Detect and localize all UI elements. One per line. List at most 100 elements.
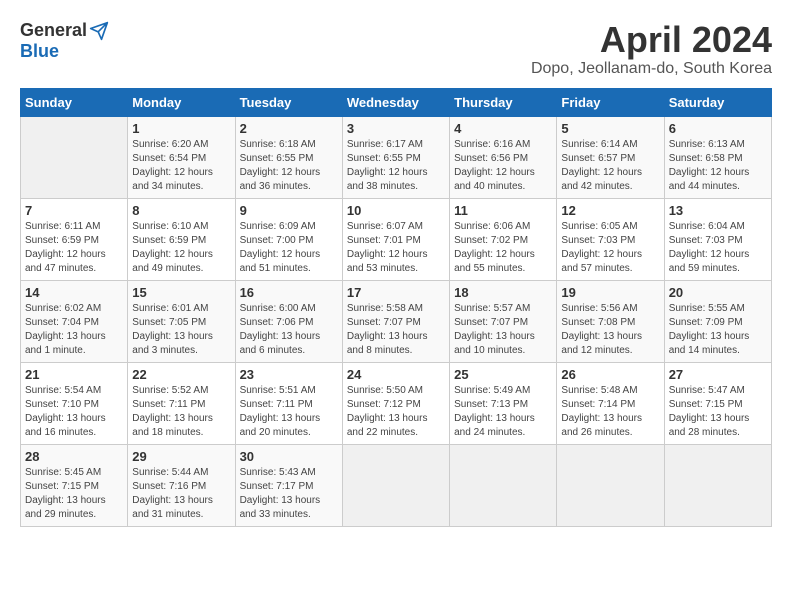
day-info: Sunrise: 5:45 AM Sunset: 7:15 PM Dayligh… xyxy=(25,466,123,522)
day-info: Sunrise: 5:52 AM Sunset: 7:11 PM Dayligh… xyxy=(132,384,230,440)
day-number: 11 xyxy=(454,203,552,218)
day-number: 15 xyxy=(132,285,230,300)
day-number: 24 xyxy=(347,367,445,382)
day-number: 30 xyxy=(240,449,338,464)
day-info: Sunrise: 6:10 AM Sunset: 6:59 PM Dayligh… xyxy=(132,220,230,276)
logo-blue-text: Blue xyxy=(20,41,59,62)
calendar-cell: 19 Sunrise: 5:56 AM Sunset: 7:08 PM Dayli… xyxy=(557,280,664,362)
day-info: Sunrise: 6:00 AM Sunset: 7:06 PM Dayligh… xyxy=(240,302,338,358)
calendar-cell: 4 Sunrise: 6:16 AM Sunset: 6:56 PM Daylig… xyxy=(450,116,557,198)
day-info: Sunrise: 5:57 AM Sunset: 7:07 PM Dayligh… xyxy=(454,302,552,358)
calendar-cell: 9 Sunrise: 6:09 AM Sunset: 7:00 PM Daylig… xyxy=(235,198,342,280)
day-number: 12 xyxy=(561,203,659,218)
subtitle: Dopo, Jeollanam-do, South Korea xyxy=(531,60,772,78)
calendar-cell: 18 Sunrise: 5:57 AM Sunset: 7:07 PM Dayli… xyxy=(450,280,557,362)
calendar-cell: 11 Sunrise: 6:06 AM Sunset: 7:02 PM Dayli… xyxy=(450,198,557,280)
header-cell-friday: Friday xyxy=(557,88,664,116)
day-number: 2 xyxy=(240,121,338,136)
calendar-row: 14 Sunrise: 6:02 AM Sunset: 7:04 PM Dayli… xyxy=(21,280,772,362)
day-info: Sunrise: 6:04 AM Sunset: 7:03 PM Dayligh… xyxy=(669,220,767,276)
calendar-row: 21Sunrise: 5:54 AM Sunset: 7:10 PM Dayli… xyxy=(21,362,772,444)
day-number: 22 xyxy=(132,367,230,382)
header: General Blue April 2024 Dopo, Jeollanam-… xyxy=(20,20,772,78)
day-info: Sunrise: 6:06 AM Sunset: 7:02 PM Dayligh… xyxy=(454,220,552,276)
day-info: Sunrise: 6:11 AM Sunset: 6:59 PM Dayligh… xyxy=(25,220,123,276)
calendar-cell xyxy=(664,444,771,526)
calendar-cell xyxy=(342,444,449,526)
day-number: 5 xyxy=(561,121,659,136)
day-info: Sunrise: 6:05 AM Sunset: 7:03 PM Dayligh… xyxy=(561,220,659,276)
day-number: 3 xyxy=(347,121,445,136)
calendar-cell xyxy=(450,444,557,526)
day-number: 17 xyxy=(347,285,445,300)
calendar-cell: 27Sunrise: 5:47 AM Sunset: 7:15 PM Dayli… xyxy=(664,362,771,444)
day-info: Sunrise: 5:49 AM Sunset: 7:13 PM Dayligh… xyxy=(454,384,552,440)
calendar-table: SundayMondayTuesdayWednesdayThursdayFrid… xyxy=(20,88,772,527)
day-number: 28 xyxy=(25,449,123,464)
day-number: 20 xyxy=(669,285,767,300)
day-number: 29 xyxy=(132,449,230,464)
day-number: 26 xyxy=(561,367,659,382)
calendar-cell xyxy=(21,116,128,198)
calendar-cell: 1 Sunrise: 6:20 AM Sunset: 6:54 PM Daylig… xyxy=(128,116,235,198)
calendar-cell: 23 Sunrise: 5:51 AM Sunset: 7:11 PM Dayli… xyxy=(235,362,342,444)
day-info: Sunrise: 5:58 AM Sunset: 7:07 PM Dayligh… xyxy=(347,302,445,358)
calendar-cell xyxy=(557,444,664,526)
calendar-cell: 13Sunrise: 6:04 AM Sunset: 7:03 PM Dayli… xyxy=(664,198,771,280)
calendar-cell: 25 Sunrise: 5:49 AM Sunset: 7:13 PM Dayli… xyxy=(450,362,557,444)
header-cell-wednesday: Wednesday xyxy=(342,88,449,116)
header-cell-thursday: Thursday xyxy=(450,88,557,116)
day-number: 25 xyxy=(454,367,552,382)
day-info: Sunrise: 6:09 AM Sunset: 7:00 PM Dayligh… xyxy=(240,220,338,276)
calendar-cell: 10 Sunrise: 6:07 AM Sunset: 7:01 PM Dayli… xyxy=(342,198,449,280)
day-info: Sunrise: 6:20 AM Sunset: 6:54 PM Dayligh… xyxy=(132,138,230,194)
calendar-cell: 7Sunrise: 6:11 AM Sunset: 6:59 PM Daylig… xyxy=(21,198,128,280)
day-number: 1 xyxy=(132,121,230,136)
day-info: Sunrise: 6:02 AM Sunset: 7:04 PM Dayligh… xyxy=(25,302,123,358)
calendar-cell: 3 Sunrise: 6:17 AM Sunset: 6:55 PM Daylig… xyxy=(342,116,449,198)
day-info: Sunrise: 6:17 AM Sunset: 6:55 PM Dayligh… xyxy=(347,138,445,194)
day-info: Sunrise: 6:16 AM Sunset: 6:56 PM Dayligh… xyxy=(454,138,552,194)
logo: General Blue xyxy=(20,20,109,62)
calendar-row: 7Sunrise: 6:11 AM Sunset: 6:59 PM Daylig… xyxy=(21,198,772,280)
day-info: Sunrise: 6:18 AM Sunset: 6:55 PM Dayligh… xyxy=(240,138,338,194)
day-number: 19 xyxy=(561,285,659,300)
day-number: 27 xyxy=(669,367,767,382)
day-number: 23 xyxy=(240,367,338,382)
day-info: Sunrise: 5:48 AM Sunset: 7:14 PM Dayligh… xyxy=(561,384,659,440)
calendar-cell: 5 Sunrise: 6:14 AM Sunset: 6:57 PM Daylig… xyxy=(557,116,664,198)
header-cell-tuesday: Tuesday xyxy=(235,88,342,116)
day-number: 9 xyxy=(240,203,338,218)
calendar-cell: 22 Sunrise: 5:52 AM Sunset: 7:11 PM Dayli… xyxy=(128,362,235,444)
calendar-cell: 21Sunrise: 5:54 AM Sunset: 7:10 PM Dayli… xyxy=(21,362,128,444)
day-number: 21 xyxy=(25,367,123,382)
calendar-cell: 16 Sunrise: 6:00 AM Sunset: 7:06 PM Dayli… xyxy=(235,280,342,362)
day-number: 16 xyxy=(240,285,338,300)
day-info: Sunrise: 6:01 AM Sunset: 7:05 PM Dayligh… xyxy=(132,302,230,358)
month-title: April 2024 xyxy=(531,20,772,60)
calendar-cell: 24Sunrise: 5:50 AM Sunset: 7:12 PM Dayli… xyxy=(342,362,449,444)
day-info: Sunrise: 5:51 AM Sunset: 7:11 PM Dayligh… xyxy=(240,384,338,440)
calendar-cell: 30Sunrise: 5:43 AM Sunset: 7:17 PM Dayli… xyxy=(235,444,342,526)
calendar-cell: 17 Sunrise: 5:58 AM Sunset: 7:07 PM Dayli… xyxy=(342,280,449,362)
day-info: Sunrise: 6:14 AM Sunset: 6:57 PM Dayligh… xyxy=(561,138,659,194)
calendar-row: 1 Sunrise: 6:20 AM Sunset: 6:54 PM Daylig… xyxy=(21,116,772,198)
calendar-cell: 6Sunrise: 6:13 AM Sunset: 6:58 PM Daylig… xyxy=(664,116,771,198)
header-cell-monday: Monday xyxy=(128,88,235,116)
day-info: Sunrise: 6:07 AM Sunset: 7:01 PM Dayligh… xyxy=(347,220,445,276)
day-info: Sunrise: 5:56 AM Sunset: 7:08 PM Dayligh… xyxy=(561,302,659,358)
header-cell-saturday: Saturday xyxy=(664,88,771,116)
day-number: 6 xyxy=(669,121,767,136)
logo-bird-icon xyxy=(89,21,109,41)
day-number: 18 xyxy=(454,285,552,300)
calendar-cell: 29Sunrise: 5:44 AM Sunset: 7:16 PM Dayli… xyxy=(128,444,235,526)
calendar-cell: 2 Sunrise: 6:18 AM Sunset: 6:55 PM Daylig… xyxy=(235,116,342,198)
day-number: 10 xyxy=(347,203,445,218)
day-number: 4 xyxy=(454,121,552,136)
calendar-cell: 20Sunrise: 5:55 AM Sunset: 7:09 PM Dayli… xyxy=(664,280,771,362)
title-area: April 2024 Dopo, Jeollanam-do, South Kor… xyxy=(531,20,772,78)
header-cell-sunday: Sunday xyxy=(21,88,128,116)
calendar-header: SundayMondayTuesdayWednesdayThursdayFrid… xyxy=(21,88,772,116)
day-number: 14 xyxy=(25,285,123,300)
calendar-cell: 8Sunrise: 6:10 AM Sunset: 6:59 PM Daylig… xyxy=(128,198,235,280)
